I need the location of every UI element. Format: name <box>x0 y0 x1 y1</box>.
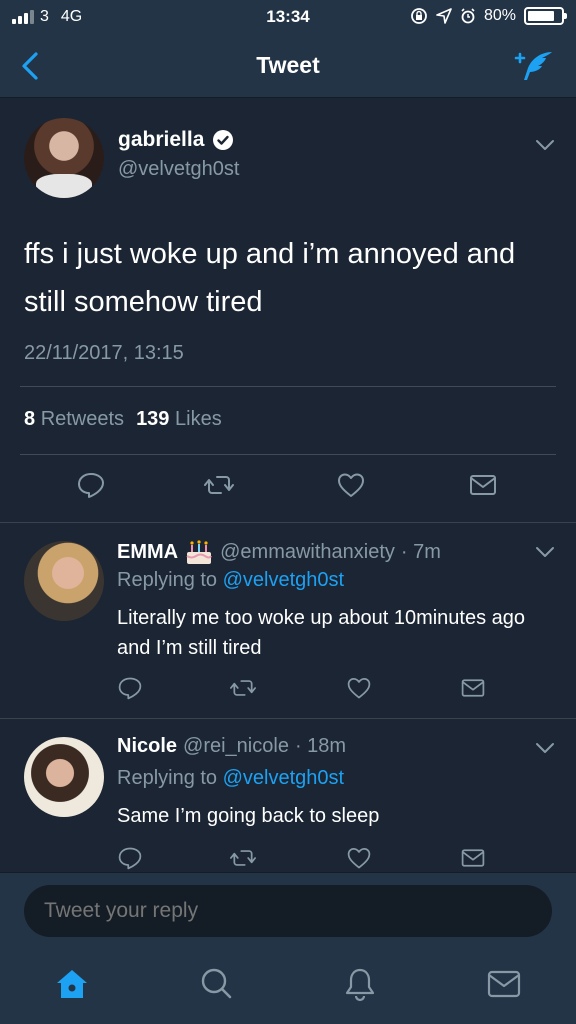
reply-text: Same I’m going back to sleep <box>117 805 380 827</box>
share-dm-button[interactable] <box>460 845 486 871</box>
reply-time: · 7m <box>400 540 441 563</box>
battery-percent: 80% <box>483 7 516 24</box>
alarm-icon <box>461 8 475 24</box>
like-button[interactable] <box>346 845 372 871</box>
share-dm-button[interactable] <box>460 675 486 701</box>
tweet-text: ffs i just woke up and i’m annoyed and s… <box>24 238 516 318</box>
compose-tweet-button[interactable] <box>512 48 556 84</box>
avatar[interactable] <box>24 118 104 198</box>
divider <box>20 386 556 387</box>
status-right: 80% <box>410 7 567 25</box>
replying-to-label: Replying to <box>117 569 218 591</box>
page-title: Tweet <box>256 52 320 78</box>
reply-author-name[interactable]: EMMA <box>117 541 178 564</box>
author-name-row[interactable]: gabriella <box>118 128 234 152</box>
reply-author-name[interactable]: Nicole <box>117 735 177 758</box>
like-button[interactable] <box>346 675 372 701</box>
messages-envelope-icon[interactable] <box>486 966 522 1002</box>
home-icon[interactable] <box>54 966 90 1002</box>
chevron-down-icon[interactable] <box>534 138 556 152</box>
reply-author-handle[interactable]: @emmawithanxiety <box>220 541 395 564</box>
search-icon[interactable] <box>198 966 234 1002</box>
nav-bar: Tweet <box>0 34 576 98</box>
replying-to-line: Replying to @velvetgh0st <box>117 767 344 790</box>
reply-button[interactable] <box>117 675 143 701</box>
replying-to-line: Replying to @velvetgh0st <box>117 569 344 592</box>
birthday-cake-icon <box>186 540 213 564</box>
author-name: gabriella <box>118 128 205 151</box>
replying-to-link[interactable]: @velvetgh0st <box>223 767 344 789</box>
divider <box>0 522 576 523</box>
retweet-button[interactable] <box>230 675 256 701</box>
verified-badge-icon <box>213 130 234 150</box>
reply-header: EMMA @emmawithanxiety · 7m <box>117 539 441 565</box>
avatar[interactable] <box>24 541 104 621</box>
retweets-stat[interactable]: 8 Retweets <box>24 408 124 431</box>
tab-bar <box>0 946 576 1024</box>
chevron-down-icon[interactable] <box>534 545 556 559</box>
reply-composer <box>0 872 576 946</box>
likes-stat[interactable]: 139 Likes <box>136 408 222 431</box>
reply-header: Nicole @rei_nicole · 18m <box>117 735 346 758</box>
retweet-button[interactable] <box>204 470 234 500</box>
tweet-actions <box>0 470 576 510</box>
reply-button[interactable] <box>76 470 106 500</box>
engagement-stats: 8 Retweets 139 Likes <box>24 408 222 431</box>
likes-count: 139 <box>136 408 170 430</box>
retweets-label: Retweets <box>40 408 125 430</box>
replying-to-label: Replying to <box>117 767 218 789</box>
divider <box>0 718 576 719</box>
chevron-down-icon[interactable] <box>534 741 556 755</box>
likes-label: Likes <box>175 408 222 430</box>
rotation-lock-icon <box>411 8 427 24</box>
reply-author-handle[interactable]: @rei_nicole <box>183 735 289 758</box>
status-bar: 3 4G 13:34 80% <box>0 0 576 34</box>
divider <box>20 454 556 455</box>
reply-text: Literally me too woke up about 10minutes… <box>117 607 526 659</box>
author-handle[interactable]: @velvetgh0st <box>118 158 239 181</box>
avatar[interactable] <box>24 737 104 817</box>
notifications-bell-icon[interactable] <box>342 966 378 1002</box>
battery-icon <box>524 7 567 25</box>
tweet-timestamp: 22/11/2017, 13:15 <box>24 342 184 364</box>
reply-actions <box>0 675 576 715</box>
reply-time: · 18m <box>294 735 347 757</box>
retweets-count: 8 <box>24 408 36 430</box>
reply-input[interactable] <box>24 885 552 937</box>
share-dm-button[interactable] <box>468 470 498 500</box>
replying-to-link[interactable]: @velvetgh0st <box>223 569 344 591</box>
location-icon <box>436 8 452 24</box>
retweet-button[interactable] <box>230 845 256 871</box>
reply-button[interactable] <box>117 845 143 871</box>
like-button[interactable] <box>336 470 366 500</box>
